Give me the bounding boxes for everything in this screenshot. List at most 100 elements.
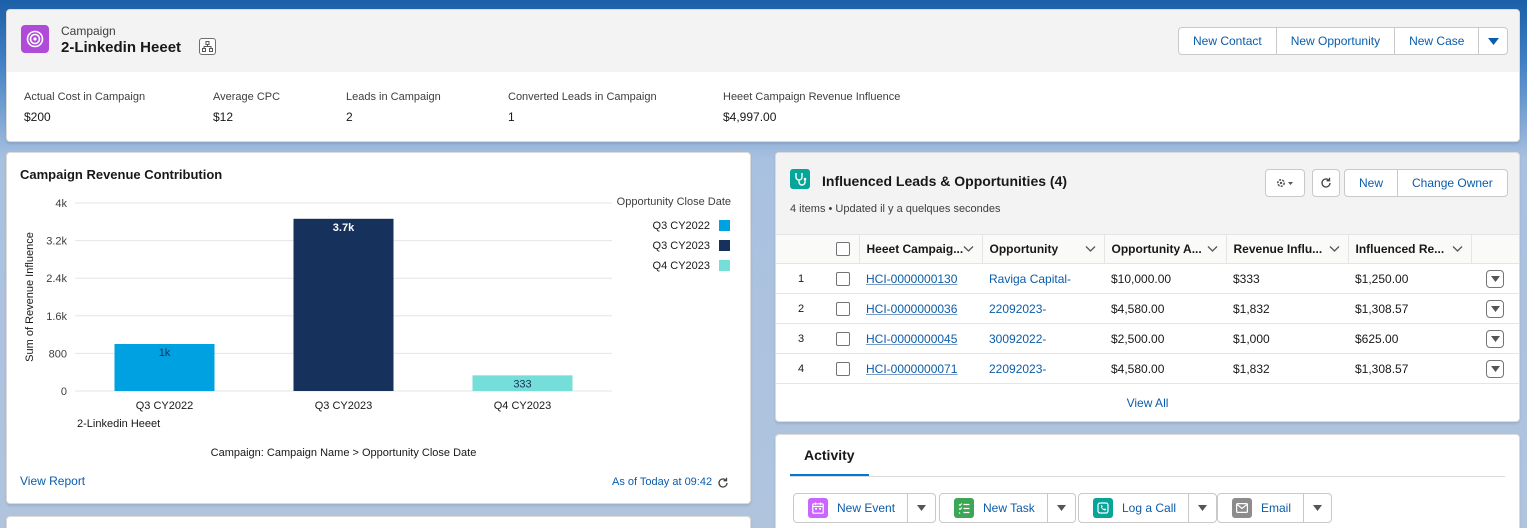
email-action: Email (1217, 493, 1333, 523)
new-task-button[interactable]: New Task (939, 493, 1048, 523)
row-actions-button[interactable] (1486, 359, 1504, 378)
highlight-converted-leads: Converted Leads in Campaign 1 (508, 91, 657, 124)
influenced-leads-card: Influenced Leads & Opportunities (4) 4 i… (775, 152, 1520, 422)
data-label: 1k (159, 347, 171, 359)
calendar-icon (808, 498, 828, 518)
field-value: $200 (24, 110, 51, 124)
new-opportunity-button[interactable]: New Opportunity (1275, 27, 1396, 55)
column-header-amount[interactable]: Opportunity A... (1103, 234, 1226, 264)
row-number: 2 (776, 293, 826, 324)
chevron-down-icon[interactable] (1452, 243, 1463, 254)
opportunity-link[interactable]: 30092022- (989, 332, 1046, 346)
table-row: 4 HCI-0000000071 22092023- $4,580.00 $1,… (776, 353, 1519, 384)
chevron-down-icon (1490, 335, 1500, 342)
column-header-revenue[interactable]: Revenue Influ... (1225, 234, 1348, 264)
email-dropdown[interactable] (1304, 493, 1333, 523)
chevron-down-icon (1487, 37, 1499, 45)
influenced-revenue: $625.00 (1348, 323, 1471, 354)
action-label: Log a Call (1122, 501, 1177, 515)
row-checkbox[interactable] (836, 301, 850, 316)
column-header-influenced[interactable]: Influenced Re... (1347, 234, 1471, 264)
chevron-down-icon (1490, 305, 1500, 312)
view-report-link[interactable]: View Report (20, 474, 85, 488)
chevron-down-icon[interactable] (1329, 243, 1340, 254)
campaign-influence-link[interactable]: HCI-0000000130 (866, 272, 957, 286)
campaign-influence-link[interactable]: HCI-0000000036 (866, 302, 957, 316)
field-label: Leads in Campaign (346, 91, 441, 103)
row-number-header (776, 234, 826, 264)
opportunity-link[interactable]: 22092023- (989, 302, 1046, 316)
change-owner-button[interactable]: Change Owner (1397, 169, 1508, 197)
legend-swatch (719, 220, 730, 231)
y-tick-label: 1.6k (46, 311, 67, 323)
new-task-dropdown[interactable] (1047, 493, 1076, 523)
hierarchy-button[interactable] (199, 38, 216, 55)
row-number: 3 (776, 323, 826, 354)
table-row: 1 HCI-0000000130 Raviga Capital- $10,000… (776, 263, 1519, 294)
data-label: 333 (513, 378, 531, 390)
action-label: New Task (983, 501, 1035, 515)
opportunity-link[interactable]: 22092023- (989, 362, 1046, 376)
row-actions-button[interactable] (1486, 299, 1504, 318)
view-all-link: View All (776, 396, 1519, 410)
field-label: Heeet Campaign Revenue Influence (723, 91, 901, 103)
legend-swatch (719, 240, 730, 251)
chevron-down-icon[interactable] (963, 243, 974, 254)
legend-label: Q4 CY2023 (653, 260, 710, 272)
table-row: 2 HCI-0000000036 22092023- $4,580.00 $1,… (776, 293, 1519, 324)
row-actions-button[interactable] (1486, 329, 1504, 348)
tab-activity[interactable]: Activity (790, 435, 869, 476)
x-axis-label: Campaign: Campaign Name > Opportunity Cl… (211, 447, 477, 459)
leads-table: Heeet Campaig... Opportunity Opportunity… (776, 234, 1519, 384)
list-settings-button[interactable] (1265, 169, 1305, 197)
highlight-leads: Leads in Campaign 2 (346, 91, 441, 124)
action-label: Email (1261, 501, 1292, 515)
column-label: Revenue Influ... (1233, 242, 1323, 256)
view-all-label[interactable]: View All (1127, 396, 1169, 410)
new-case-button[interactable]: New Case (1394, 27, 1480, 55)
tab-divider (790, 476, 1505, 477)
column-label: Heeet Campaig... (866, 242, 964, 256)
new-task-action: New Task (939, 493, 1076, 523)
new-contact-button[interactable]: New Contact (1178, 27, 1277, 55)
field-value: 2 (346, 110, 353, 124)
log-call-button[interactable]: Log a Call (1078, 493, 1190, 523)
opportunity-amount: $4,580.00 (1104, 293, 1226, 324)
influenced-revenue: $1,308.57 (1348, 353, 1471, 384)
email-button[interactable]: Email (1217, 493, 1305, 523)
chevron-down-icon[interactable] (1207, 243, 1218, 254)
header-actions: New Contact New Opportunity New Case (1178, 27, 1509, 55)
influenced-revenue: $1,250.00 (1348, 263, 1471, 294)
new-event-button[interactable]: New Event (793, 493, 909, 523)
chevron-down-icon[interactable] (1085, 243, 1096, 254)
new-button[interactable]: New (1344, 169, 1399, 197)
new-event-dropdown[interactable] (908, 493, 937, 523)
revenue-chart: 0 800 1.6k 2.4k 3.2k 4k Sum of Revenue Influen… (24, 196, 731, 459)
task-icon (954, 498, 974, 518)
row-checkbox[interactable] (836, 361, 850, 376)
refresh-list-button[interactable] (1312, 169, 1340, 197)
opportunity-link[interactable]: Raviga Capital- (989, 272, 1071, 286)
field-label: Average CPC (213, 91, 281, 103)
legend-label: Q3 CY2022 (653, 220, 710, 232)
row-checkbox[interactable] (836, 331, 850, 346)
more-actions-button[interactable] (1478, 27, 1509, 55)
activity-card: Activity New Event New Task Log a Call E… (775, 434, 1520, 528)
campaign-influence-link[interactable]: HCI-0000000045 (866, 332, 957, 346)
log-call-dropdown[interactable] (1189, 493, 1218, 523)
column-label: Opportunity A... (1111, 242, 1202, 256)
opportunity-amount: $2,500.00 (1104, 323, 1226, 354)
column-header-opportunity[interactable]: Opportunity (981, 234, 1104, 264)
campaign-influence-link[interactable]: HCI-0000000071 (866, 362, 957, 376)
column-header-campaign[interactable]: Heeet Campaig... (858, 234, 982, 264)
refresh-icon[interactable] (717, 477, 729, 489)
x-tick-label: Q3 CY2022 (136, 400, 193, 412)
row-checkbox[interactable] (836, 271, 850, 286)
column-label: Influenced Re... (1355, 242, 1445, 256)
opportunity-amount: $10,000.00 (1104, 263, 1226, 294)
log-call-action: Log a Call (1078, 493, 1218, 523)
select-all-checkbox[interactable] (836, 242, 850, 257)
record-name: 2-Linkedin Heeet (61, 39, 182, 56)
select-all-header (826, 234, 859, 264)
row-actions-button[interactable] (1486, 269, 1504, 288)
